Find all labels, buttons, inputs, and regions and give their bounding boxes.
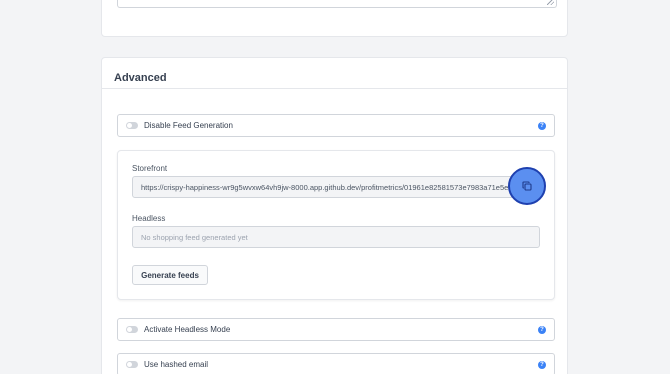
disable-feed-label: Disable Feed Generation <box>144 121 233 130</box>
hashed-email-row: Use hashed email ? <box>117 353 555 374</box>
copy-url-button[interactable] <box>508 167 546 205</box>
advanced-header: Advanced <box>102 58 567 89</box>
disable-feed-row: Disable Feed Generation ? <box>117 114 555 137</box>
disable-feed-toggle[interactable] <box>126 122 138 129</box>
text-area[interactable] <box>117 0 557 8</box>
storefront-url-field[interactable]: https://crispy-happiness-wr9g5wvxw64vh9j… <box>132 176 540 198</box>
storefront-label: Storefront <box>132 164 168 173</box>
headless-mode-toggle[interactable] <box>126 326 138 333</box>
previous-settings-card <box>101 0 568 37</box>
headless-mode-row: Activate Headless Mode ? <box>117 318 555 341</box>
resize-grip-icon[interactable] <box>547 0 554 5</box>
copy-icon <box>522 181 532 191</box>
advanced-title: Advanced <box>114 72 167 84</box>
headless-label: Headless <box>132 214 166 223</box>
help-icon[interactable]: ? <box>538 325 546 334</box>
headless-url-field[interactable]: No shopping feed generated yet <box>132 226 540 248</box>
headless-mode-label: Activate Headless Mode <box>144 325 231 334</box>
feed-panel: Storefront https://crispy-happiness-wr9g… <box>117 150 555 300</box>
generate-feeds-button[interactable]: Generate feeds <box>132 265 208 285</box>
storefront-url-value: https://crispy-happiness-wr9g5wvxw64vh9j… <box>141 183 517 192</box>
hashed-email-toggle[interactable] <box>126 361 138 368</box>
headless-placeholder: No shopping feed generated yet <box>141 233 248 242</box>
help-icon[interactable]: ? <box>538 121 546 130</box>
help-icon[interactable]: ? <box>538 360 546 369</box>
hashed-email-label: Use hashed email <box>144 360 209 369</box>
advanced-section-card: Advanced Disable Feed Generation ? Store… <box>101 57 568 374</box>
